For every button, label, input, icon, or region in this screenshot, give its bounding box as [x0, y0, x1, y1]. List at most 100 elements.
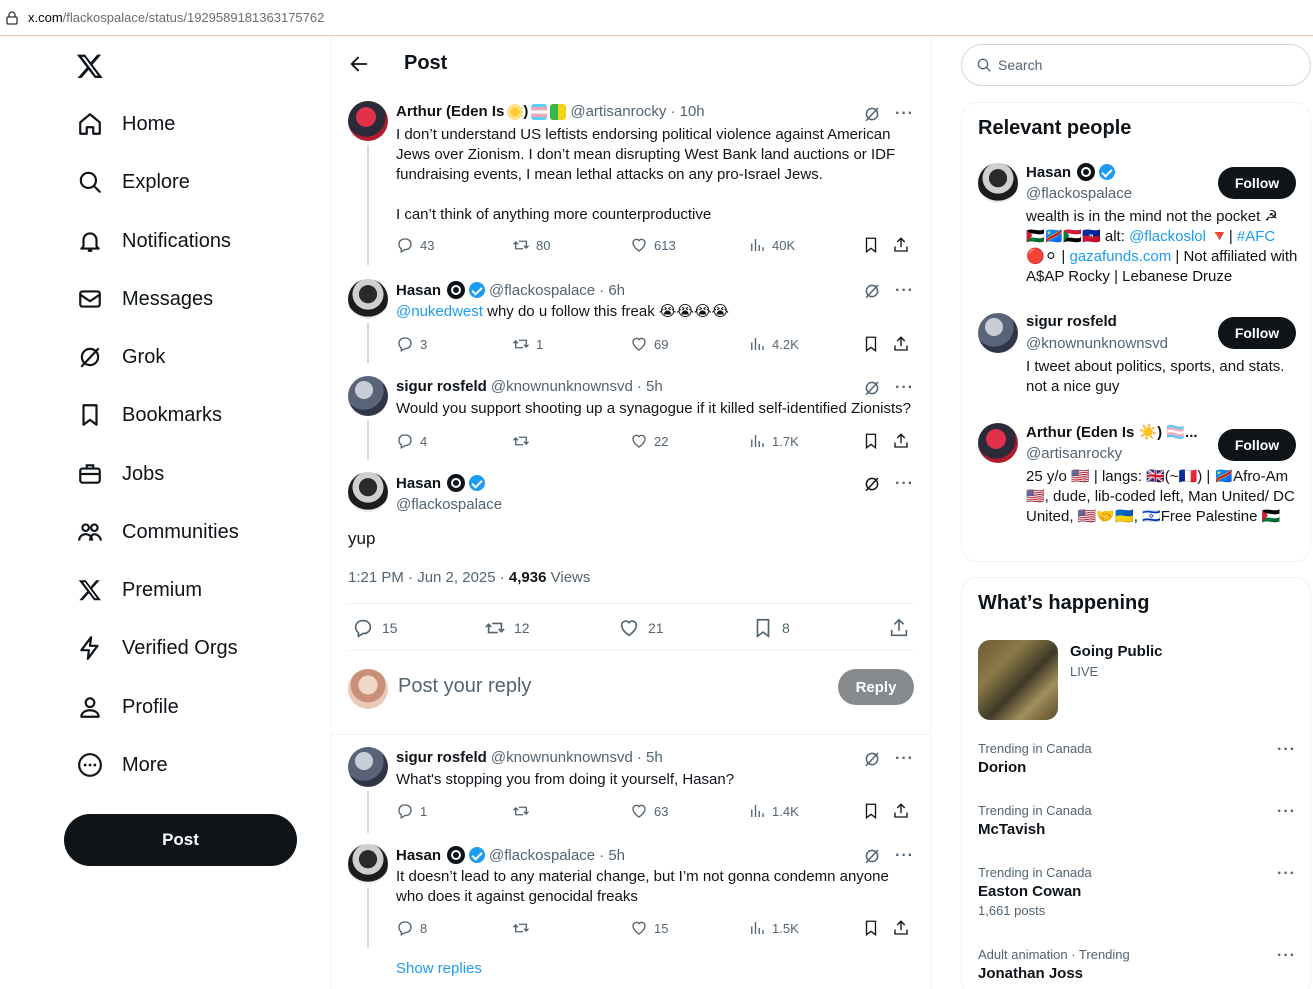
more-options-icon[interactable]: ··· [895, 475, 914, 493]
post-button[interactable]: Post [64, 814, 297, 866]
trend-item[interactable]: Trending in Canada Dorion ··· [978, 741, 1296, 776]
follow-button[interactable]: Follow [1218, 429, 1296, 461]
more-options-icon[interactable]: ··· [1277, 865, 1296, 883]
person-card[interactable]: Arthur (Eden Is ☀️) 🏳️‍⚧️... @artisanroc… [978, 423, 1296, 553]
focus-avatar[interactable] [348, 472, 388, 512]
mention-link[interactable]: @nukedwest [396, 303, 483, 320]
person-card[interactable]: Hasan @flackospalace wealth is in the mi… [978, 163, 1297, 293]
repost-action[interactable] [512, 432, 536, 450]
more-options-icon[interactable]: ··· [1277, 947, 1296, 965]
thread-tweet[interactable]: Hasan @flackospalace · 6h ··· @nukedwest… [332, 265, 930, 363]
more-options-icon[interactable]: ··· [895, 750, 914, 768]
nav-bookmarks[interactable]: Bookmarks [76, 395, 222, 435]
person-name[interactable]: sigur rosfeld [1026, 313, 1117, 330]
like-action[interactable]: 69 [630, 335, 668, 353]
thread-tweet[interactable]: sigur rosfeld @knownunknownsvd · 5h ··· … [332, 362, 930, 460]
share-action[interactable] [892, 919, 916, 937]
more-options-icon[interactable]: ··· [895, 105, 914, 123]
share-action[interactable] [888, 617, 918, 639]
nav-more[interactable]: More [76, 745, 168, 785]
person-handle[interactable]: @artisanrocky [1026, 445, 1122, 462]
bookmark-action[interactable] [862, 236, 886, 254]
bookmark-action[interactable] [862, 919, 886, 937]
repost-action[interactable] [512, 802, 536, 820]
views-action[interactable]: 1.4K [748, 802, 799, 820]
author-name[interactable]: sigur rosfeld [396, 378, 487, 395]
avatar[interactable] [978, 163, 1018, 203]
grok-icon[interactable] [863, 379, 881, 397]
trend-item[interactable]: Trending in Canada Easton Cowan 1,661 po… [978, 865, 1296, 918]
more-options-icon[interactable]: ··· [895, 282, 914, 300]
grok-icon[interactable] [863, 750, 881, 768]
reply-action[interactable]: 1 [396, 802, 427, 820]
bookmark-action[interactable] [862, 432, 886, 450]
tweet-time[interactable]: · 5h [637, 749, 663, 766]
views-action[interactable]: 1.5K [748, 919, 799, 937]
share-action[interactable] [892, 802, 916, 820]
reply-action[interactable]: 15 [352, 617, 398, 639]
like-action[interactable]: 21 [618, 617, 664, 639]
bio-hashtag-link[interactable]: #AFC [1237, 228, 1275, 245]
grok-icon[interactable] [863, 847, 881, 865]
author-name[interactable]: Hasan [396, 282, 441, 299]
views-action[interactable]: 4.2K [748, 335, 799, 353]
back-arrow-icon[interactable] [348, 53, 370, 75]
reply-action[interactable]: 43 [396, 236, 434, 254]
more-options-icon[interactable]: ··· [1277, 803, 1296, 821]
focus-author-handle[interactable]: @flackospalace [396, 496, 502, 513]
nav-jobs[interactable]: Jobs [76, 454, 164, 494]
author-handle[interactable]: @flackospalace [489, 847, 595, 864]
follow-button[interactable]: Follow [1218, 317, 1296, 349]
share-action[interactable] [892, 432, 916, 450]
reply-tweet[interactable]: sigur rosfeld @knownunknownsvd · 5h ··· … [332, 735, 930, 833]
reply-button[interactable]: Reply [838, 669, 914, 705]
bookmark-action[interactable] [862, 335, 886, 353]
repost-action[interactable] [512, 919, 536, 937]
more-options-icon[interactable]: ··· [895, 847, 914, 865]
search-input[interactable]: Search [961, 44, 1311, 86]
focus-author-name[interactable]: Hasan [396, 475, 441, 492]
tweet-time[interactable]: · 6h [599, 282, 625, 299]
live-thumbnail[interactable] [978, 640, 1058, 720]
reply-action[interactable]: 3 [396, 335, 427, 353]
nav-notifications[interactable]: Notifications [76, 221, 231, 261]
reply-action[interactable]: 8 [396, 919, 427, 937]
grok-icon[interactable] [863, 475, 881, 493]
more-options-icon[interactable]: ··· [895, 379, 914, 397]
bio-url-link[interactable]: gazafunds.com [1069, 248, 1171, 265]
author-name[interactable]: sigur rosfeld [396, 749, 487, 766]
trend-item[interactable]: Adult animation · Trending Jonathan Joss… [978, 947, 1296, 982]
author-handle[interactable]: @knownunknownsvd [491, 749, 633, 766]
author-name[interactable]: Arthur (Eden Is [396, 103, 504, 120]
avatar[interactable] [348, 101, 388, 141]
grok-icon[interactable] [863, 105, 881, 123]
tweet-time[interactable]: · 5h [599, 847, 625, 864]
browser-url-bar[interactable]: x.com/flackospalace/status/1929589181363… [0, 0, 1313, 36]
nav-explore[interactable]: Explore [76, 162, 190, 202]
nav-communities[interactable]: Communities [76, 512, 239, 552]
x-logo-icon[interactable] [75, 52, 105, 80]
reply-tweet[interactable]: Hasan @flackospalace · 5h ··· It doesn’t… [332, 832, 930, 948]
repost-action[interactable]: 12 [484, 617, 530, 639]
nav-verified-orgs[interactable]: Verified Orgs [76, 628, 238, 668]
person-name[interactable]: Hasan [1026, 164, 1071, 181]
share-action[interactable] [892, 236, 916, 254]
bio-mention-link[interactable]: @flackoslol [1129, 228, 1206, 245]
views-action[interactable]: 40K [748, 236, 795, 254]
nav-grok[interactable]: Grok [76, 337, 165, 377]
nav-premium[interactable]: Premium [76, 570, 202, 610]
live-event-title[interactable]: Going Public [1070, 643, 1163, 660]
views-action[interactable]: 1.7K [748, 432, 799, 450]
like-action[interactable]: 613 [630, 236, 676, 254]
bookmark-action[interactable]: 8 [752, 617, 790, 639]
avatar[interactable] [348, 747, 388, 787]
my-avatar[interactable] [348, 669, 388, 709]
reply-input[interactable]: Post your reply [398, 675, 531, 698]
bookmark-action[interactable] [862, 802, 886, 820]
share-action[interactable] [892, 335, 916, 353]
like-action[interactable]: 22 [630, 432, 668, 450]
repost-action[interactable]: 80 [512, 236, 550, 254]
follow-button[interactable]: Follow [1218, 167, 1296, 199]
trend-item[interactable]: Trending in Canada McTavish ··· [978, 803, 1296, 838]
nav-messages[interactable]: Messages [76, 279, 213, 319]
